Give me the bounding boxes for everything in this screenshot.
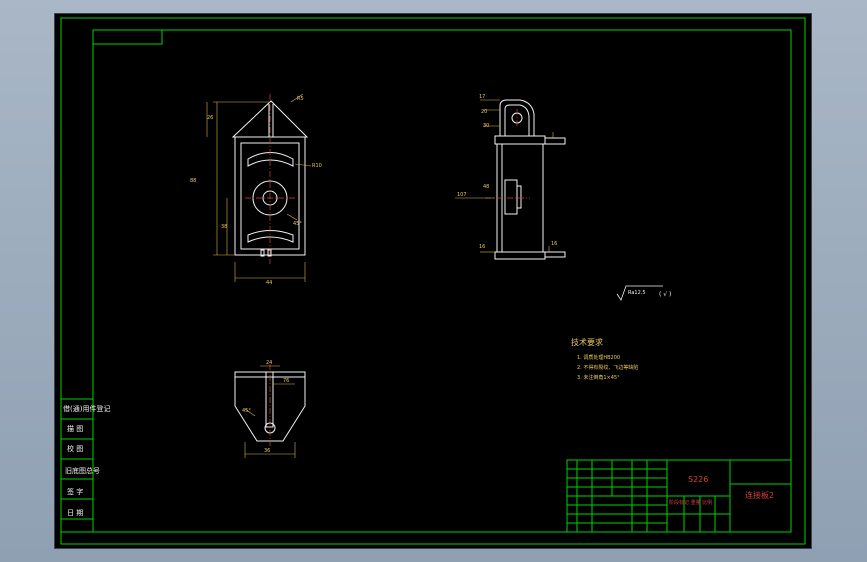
front-view-dimensions: [206, 93, 312, 282]
drawing-frame: [60, 17, 806, 545]
drawing-viewport: 借(通)用件登记 描 图 校 图 旧底图总号 签 字 日 期 S226 连接板2…: [55, 14, 811, 548]
side-label: 借(通)用件登记: [63, 404, 110, 413]
side-label: 签 字: [67, 487, 83, 496]
side-label: 日 期: [67, 509, 83, 517]
front-view-dim-text: 88 26 44 R5 R10 38 45°: [190, 96, 322, 286]
part-code: S226: [688, 475, 708, 484]
code-box: [93, 30, 163, 45]
dim-top-bottom: 36: [264, 448, 270, 454]
dim-width: 44: [266, 280, 272, 286]
dim-height-top: 26: [207, 115, 213, 121]
side-label: 描 图: [67, 424, 83, 433]
tech-requirements: 技术要求 1. 调质处理HB200 2. 不得有裂纹、飞边等缺陷 3. 未注倒角…: [571, 337, 638, 381]
dim-angle: R5: [297, 96, 304, 102]
dim-top-angle: 45°: [242, 408, 251, 414]
side-view: [494, 99, 566, 260]
lower-slot: [247, 230, 294, 243]
dim-side-top-a: 17: [479, 94, 485, 100]
tech-item: 1. 调质处理HB200: [577, 354, 620, 361]
upper-slot: [247, 152, 294, 167]
dim-side-mid-b: 107: [457, 192, 467, 198]
tech-item: 3. 未注倒角1×45°: [577, 374, 620, 381]
inner-frame: [92, 29, 792, 533]
side-view-dim-text: 17 20 30 48 107 16 16: [457, 94, 557, 250]
dim-side-top-c: 30: [483, 123, 489, 129]
top-slot: [265, 371, 274, 428]
tech-title: 技术要求: [571, 337, 603, 347]
side-top-flange: [494, 135, 546, 145]
side-label: 校 图: [67, 444, 83, 453]
cad-drawing: 借(通)用件登记 描 图 校 图 旧底图总号 签 字 日 期 S226 连接板2…: [60, 17, 806, 545]
side-boss: [504, 179, 518, 215]
side-label: 旧底图总号: [65, 466, 100, 475]
dim-side-mid-a: 48: [483, 184, 489, 190]
dim-top-width: 24: [266, 360, 272, 366]
title-block-text: S226 连接板2 阶段标记 重量 比例: [669, 475, 774, 506]
dim-side-bottom-a: 16: [479, 244, 485, 250]
part-name: 连接板2: [745, 490, 774, 500]
tech-item: 2. 不得有裂纹、飞边等缺陷: [577, 364, 638, 371]
side-labels: 借(通)用件登记 描 图 校 图 旧底图总号 签 字 日 期: [63, 404, 110, 517]
dim-top-offset: 76: [283, 378, 289, 384]
roughness-label: Ra12.5: [628, 290, 646, 296]
dim-center-height: 38: [221, 224, 227, 230]
dim-side-right-a: 16: [551, 241, 557, 247]
dim-side-top-b: 20: [481, 109, 487, 115]
roughness-symbol: Ra12.5 ( √ ): [616, 285, 671, 301]
dim-height-total: 88: [190, 178, 196, 184]
front-view-centerlines: [245, 94, 295, 264]
scale-row: 阶段标记 重量 比例: [669, 499, 712, 506]
outer-frame: [60, 17, 806, 545]
dim-radius-slot: R10: [312, 163, 322, 169]
side-bottom-flange: [494, 251, 546, 260]
side-view-dimensions: [455, 99, 554, 253]
side-view-centerlines: [485, 109, 530, 199]
dim-chamfer: 45°: [293, 221, 302, 227]
roughness-suffix: ( √ ): [659, 291, 671, 298]
